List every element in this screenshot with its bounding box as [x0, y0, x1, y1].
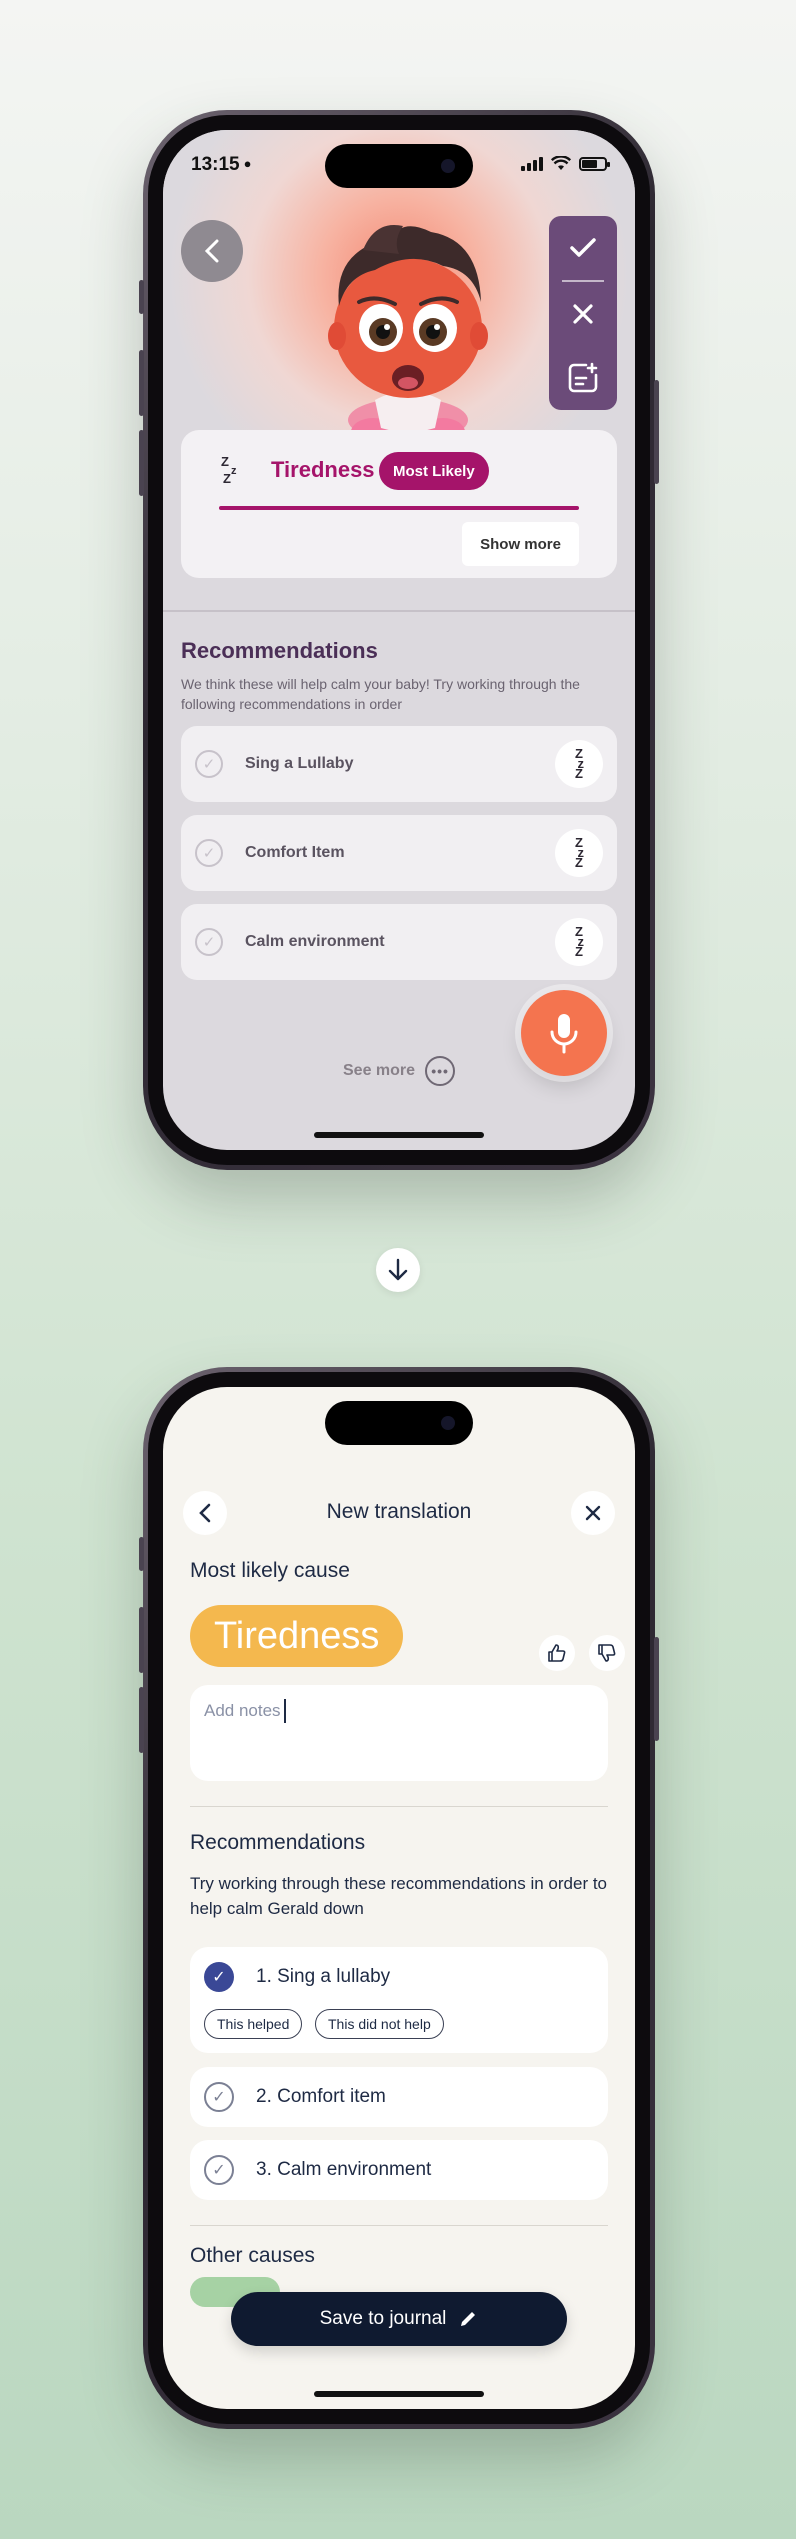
person-icon: ●	[243, 156, 252, 171]
svg-text:Z: Z	[223, 471, 231, 484]
save-button-label: Save to journal	[319, 2308, 447, 2329]
section-divider	[163, 610, 635, 612]
recommendation-label: 1. Sing a lullaby	[256, 1966, 391, 1987]
recommendation-label: Calm environment	[245, 933, 385, 950]
text-cursor	[284, 1699, 286, 1723]
phone-mockup-top: 13:15 ● Z z Z Tiredness Most Likely Show…	[139, 110, 659, 1170]
cause-pill: Tiredness	[190, 1605, 404, 1667]
flow-arrow	[376, 1248, 420, 1292]
feedback-action-panel	[549, 216, 617, 410]
svg-text:Z: Z	[221, 454, 229, 469]
microphone-icon	[550, 1014, 578, 1054]
most-likely-cause-card[interactable]: ZzZ Tiredness Most Likely Show more	[181, 430, 617, 578]
home-indicator	[314, 1132, 484, 1138]
dynamic-island	[325, 1401, 473, 1445]
check-circle-icon[interactable]: ✓	[204, 2082, 234, 2112]
recommendation-label: Sing a Lullaby	[245, 755, 354, 772]
check-circle-icon[interactable]: ✓	[195, 750, 223, 778]
thumbs-up-icon	[548, 1644, 566, 1662]
confirm-button[interactable]	[549, 216, 617, 280]
recommendation-item[interactable]: ✓ 2. Comfort item	[190, 2067, 608, 2127]
check-circle-icon[interactable]: ✓	[195, 928, 223, 956]
close-icon	[585, 1505, 601, 1521]
volume-up-button	[139, 1607, 144, 1673]
phone-mockup-bottom: New translation Most likely cause Tiredn…	[139, 1367, 659, 2429]
close-icon	[573, 304, 593, 324]
cause-name: Tiredness	[271, 457, 375, 482]
recommendations-description: We think these will help calm your baby!…	[181, 676, 580, 712]
check-icon	[570, 238, 596, 257]
svg-text:z: z	[231, 465, 237, 477]
recommendation-label: 2. Comfort item	[256, 2086, 386, 2107]
most-likely-cause-label: Most likely cause	[190, 1559, 350, 1582]
side-button	[139, 1537, 144, 1571]
thumbs-down-button[interactable]	[589, 1635, 625, 1671]
other-causes-heading: Other causes	[190, 2244, 315, 2267]
most-likely-badge: Most Likely	[379, 452, 489, 490]
arrow-down-icon	[388, 1258, 408, 1281]
add-note-icon	[568, 362, 598, 393]
recommendation-item[interactable]: ✓ Comfort Item Z zZ	[181, 815, 617, 891]
thumbs-down-icon	[598, 1644, 616, 1662]
show-more-button[interactable]: Show more	[462, 522, 579, 566]
volume-down-button	[139, 430, 144, 496]
see-more-label: See more	[343, 1062, 416, 1079]
volume-down-button	[139, 1687, 144, 1753]
check-circle-filled-icon[interactable]: ✓	[204, 1962, 234, 1992]
save-to-journal-button[interactable]: Save to journal	[231, 2292, 567, 2346]
recommendation-item[interactable]: ✓ 3. Calm environment	[190, 2140, 608, 2200]
see-more-button[interactable]: See more •••	[343, 1056, 456, 1086]
sleep-zz-icon: Z zZ	[555, 918, 603, 966]
screen-new-translation: New translation Most likely cause Tiredn…	[163, 1387, 635, 2409]
section-divider	[190, 2225, 608, 2226]
check-circle-icon[interactable]: ✓	[204, 2155, 234, 2185]
page-title: New translation	[326, 1500, 472, 1523]
battery-icon	[579, 156, 610, 171]
sleep-zz-icon: ZzZ	[219, 454, 249, 486]
notes-field[interactable]: Add notes	[190, 1685, 608, 1781]
status-time: 13:15	[191, 154, 240, 175]
recommendation-item[interactable]: ✓ Sing a Lullaby Z zZ	[181, 726, 617, 802]
recommendation-label: 3. Calm environment	[256, 2159, 432, 2180]
power-button	[654, 380, 659, 484]
this-helped-button[interactable]: This helped	[204, 2009, 303, 2039]
likelihood-bar	[219, 506, 579, 510]
notes-placeholder: Add notes	[204, 1701, 281, 1720]
dynamic-island	[325, 144, 473, 188]
pencil-icon	[461, 2312, 476, 2326]
record-mic-button[interactable]	[521, 990, 607, 1076]
wifi-icon	[551, 156, 571, 170]
more-dots-icon: •••	[425, 1056, 456, 1086]
screen-cry-result: 13:15 ● Z z Z Tiredness Most Likely Show…	[163, 130, 635, 1150]
chevron-left-icon	[204, 239, 219, 263]
recommendations-heading: Recommendations	[181, 638, 378, 663]
side-button	[139, 280, 144, 314]
volume-up-button	[139, 350, 144, 416]
cellular-signal-icon	[521, 156, 543, 171]
thumbs-up-button[interactable]	[539, 1635, 575, 1671]
header-bar: New translation	[163, 1491, 635, 1535]
section-divider	[190, 1806, 608, 1807]
recommendations-description: Try working through these recommendation…	[190, 1874, 608, 1918]
check-circle-icon[interactable]: ✓	[195, 839, 223, 867]
add-note-button[interactable]	[549, 346, 617, 410]
sleep-zz-icon: Z zZ	[555, 740, 603, 788]
recommendations-heading: Recommendations	[190, 1831, 366, 1854]
recommendation-item[interactable]: ✓ 1. Sing a lullaby This helped This did…	[190, 1947, 608, 2053]
recommendation-label: Comfort Item	[245, 844, 345, 861]
close-button[interactable]	[571, 1491, 615, 1535]
power-button	[654, 1637, 659, 1741]
this-did-not-help-button[interactable]: This did not help	[315, 2009, 444, 2039]
reject-button[interactable]	[549, 282, 617, 346]
recommendation-item[interactable]: ✓ Calm environment Z zZ	[181, 904, 617, 980]
home-indicator	[314, 2391, 484, 2397]
sleep-zz-icon: Z zZ	[555, 829, 603, 877]
crying-baby-illustration	[328, 225, 488, 446]
back-button[interactable]	[181, 220, 243, 282]
